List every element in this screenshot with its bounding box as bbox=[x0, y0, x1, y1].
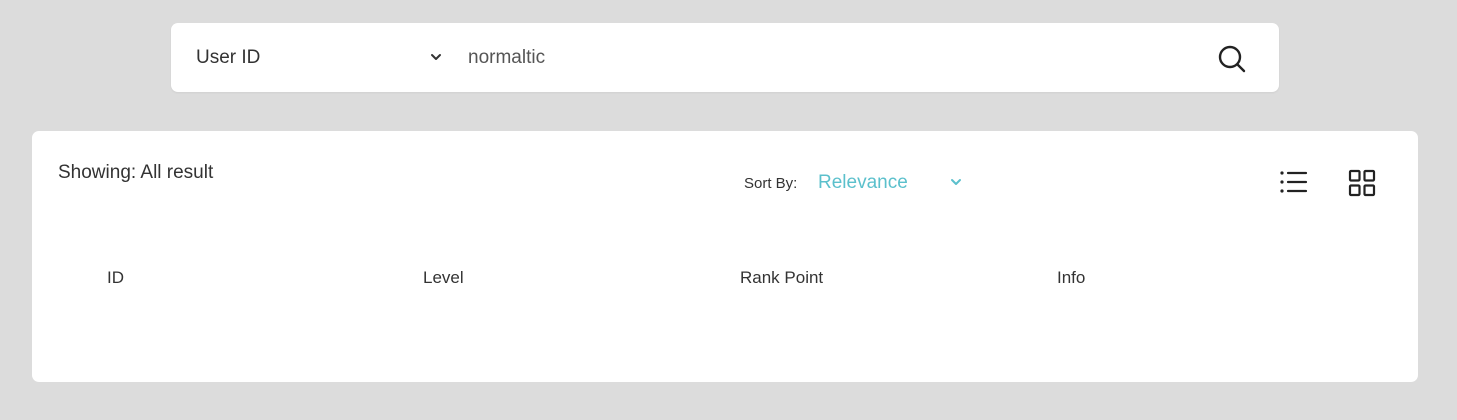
chevron-down-icon[interactable] bbox=[429, 50, 443, 64]
search-type-select[interactable]: User ID bbox=[196, 23, 446, 92]
column-header-info: Info bbox=[1057, 268, 1086, 287]
list-view-button[interactable] bbox=[1279, 169, 1309, 197]
search-type-label: User ID bbox=[196, 46, 261, 68]
grid-icon bbox=[1347, 169, 1377, 202]
search-icon[interactable] bbox=[1217, 44, 1247, 74]
column-header-id: ID bbox=[107, 268, 124, 287]
sort-by-label: Sort By: bbox=[744, 175, 798, 192]
sort-value: Relevance bbox=[818, 172, 908, 193]
grid-view-button[interactable] bbox=[1347, 168, 1377, 198]
chevron-down-icon bbox=[949, 175, 963, 189]
column-header-rank-point: Rank Point bbox=[740, 268, 824, 287]
search-bar: User ID bbox=[171, 23, 1279, 92]
list-icon bbox=[1279, 171, 1309, 201]
column-header-level: Level bbox=[423, 268, 464, 287]
sort-select[interactable]: Relevance bbox=[818, 169, 968, 197]
results-count-text: Showing: All result bbox=[58, 162, 214, 183]
results-panel: Showing: All result Sort By: Relevance I… bbox=[32, 131, 1418, 382]
search-input[interactable] bbox=[468, 41, 1168, 75]
